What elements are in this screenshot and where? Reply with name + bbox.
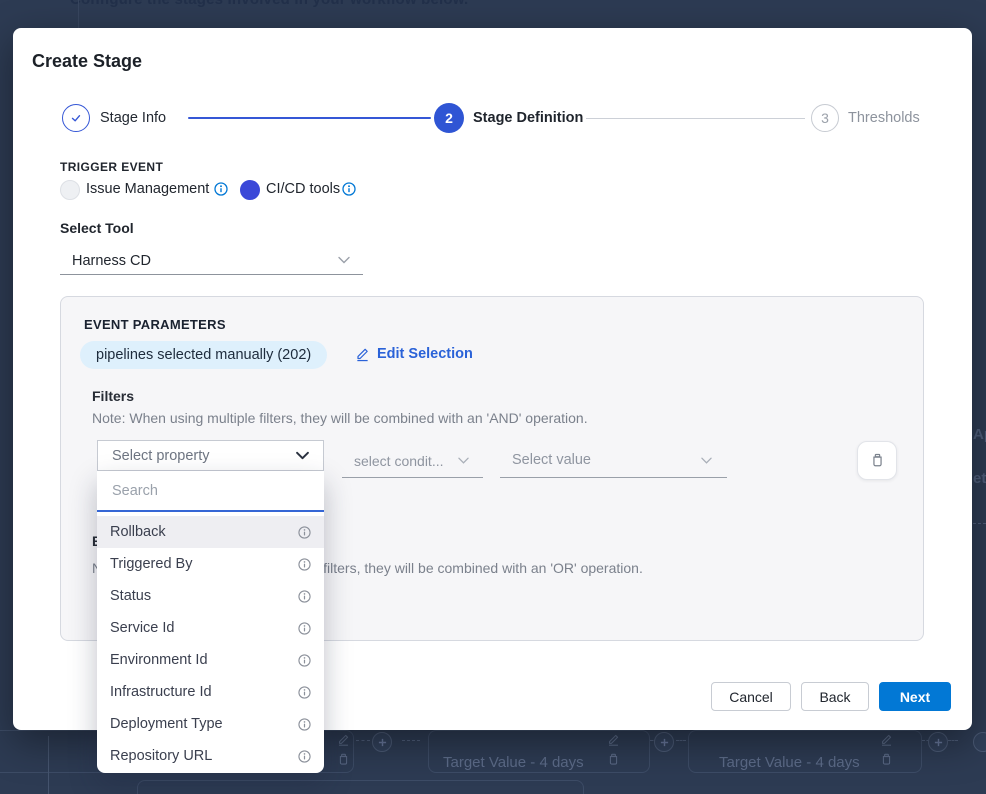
info-icon[interactable] <box>298 526 311 539</box>
info-icon[interactable] <box>298 750 311 763</box>
cancel-button[interactable]: Cancel <box>711 682 791 711</box>
edit-icon <box>337 733 350 746</box>
step-3-circle: 3 <box>811 104 839 132</box>
select-tool-underline <box>60 274 363 275</box>
step-1-label[interactable]: Stage Info <box>100 110 166 126</box>
select-tool-value[interactable]: Harness CD <box>72 253 151 269</box>
dropdown-item-rollback[interactable]: Rollback <box>97 516 324 548</box>
info-icon[interactable] <box>298 622 311 635</box>
info-icon[interactable] <box>298 590 311 603</box>
step-2-circle[interactable]: 2 <box>434 103 464 133</box>
trash-icon <box>337 753 350 766</box>
search-input[interactable] <box>110 482 311 500</box>
trash-icon <box>607 753 620 766</box>
dropdown-search[interactable] <box>97 471 324 512</box>
stepper-connector-todo <box>586 118 805 119</box>
connector-dash <box>356 740 370 741</box>
workflow-connector-line <box>48 736 49 794</box>
edit-icon <box>355 346 370 362</box>
trigger-event-label: TRIGGER EVENT <box>60 160 163 174</box>
radio-cicd-tools-label[interactable]: CI/CD tools <box>266 181 340 197</box>
dropdown-item-repository-url[interactable]: Repository URL <box>97 740 324 772</box>
filters-heading: Filters <box>92 388 134 404</box>
filters-note: Note: When using multiple filters, they … <box>92 410 588 426</box>
step-3-label: Thresholds <box>848 110 920 126</box>
value-select[interactable]: Select value <box>512 452 591 468</box>
background-text-fragment: et <box>973 470 986 487</box>
property-dropdown: Rollback Triggered By Status Service Id … <box>97 471 324 773</box>
chevron-down-icon <box>296 451 309 460</box>
chevron-down-icon[interactable] <box>701 457 712 464</box>
condition-select[interactable]: select condit... <box>354 453 444 469</box>
selection-pill: pipelines selected manually (202) <box>80 341 327 369</box>
event-parameters-heading: EVENT PARAMETERS <box>84 317 226 332</box>
background-text-fragment: Ap <box>973 426 986 443</box>
condition-select-underline <box>342 477 483 478</box>
background-card-edge <box>78 0 79 28</box>
step-2-label[interactable]: Stage Definition <box>473 110 583 126</box>
dropdown-item-status[interactable]: Status <box>97 580 324 612</box>
trash-icon <box>880 753 893 766</box>
info-icon[interactable] <box>214 182 228 196</box>
info-icon[interactable] <box>342 182 356 196</box>
edit-icon <box>880 733 893 746</box>
add-stage-button <box>928 732 948 752</box>
info-icon[interactable] <box>298 718 311 731</box>
background-page-heading: Configure the stages involved in your wo… <box>70 0 468 8</box>
connector-dash <box>948 740 958 741</box>
workflow-card-row2 <box>137 780 584 794</box>
connector-dash <box>676 740 686 741</box>
next-button[interactable]: Next <box>879 682 951 711</box>
add-stage-button <box>654 732 674 752</box>
stepper-connector-done <box>188 117 431 119</box>
dropdown-item-triggered-by[interactable]: Triggered By <box>97 548 324 580</box>
modal-title: Create Stage <box>32 51 142 72</box>
edit-selection-label: Edit Selection <box>377 346 473 362</box>
workflow-card-label: Target Value - 4 days <box>719 754 860 771</box>
dropdown-item-infrastructure-id[interactable]: Infrastructure Id <box>97 676 324 708</box>
value-select-underline <box>500 477 727 478</box>
edit-selection-button[interactable]: Edit Selection <box>355 346 473 362</box>
delete-filter-button[interactable] <box>857 441 897 480</box>
dropdown-list: Rollback Triggered By Status Service Id … <box>97 512 324 772</box>
back-button[interactable]: Back <box>801 682 869 711</box>
radio-issue-management[interactable] <box>60 180 80 200</box>
dropdown-item-environment-id[interactable]: Environment Id <box>97 644 324 676</box>
dropdown-item-deployment-type[interactable]: Deployment Type <box>97 708 324 740</box>
connector-dash <box>973 523 986 524</box>
property-select[interactable]: Select property <box>97 440 324 471</box>
screen: Configure the stages involved in your wo… <box>0 0 986 794</box>
dropdown-item-service-id[interactable]: Service Id <box>97 612 324 644</box>
check-icon <box>69 111 83 125</box>
workflow-card-label: Target Value - 4 days <box>443 754 584 771</box>
edit-icon <box>607 733 620 746</box>
info-icon[interactable] <box>298 686 311 699</box>
chevron-down-icon[interactable] <box>338 256 350 264</box>
connector-dash <box>402 740 420 741</box>
info-icon[interactable] <box>298 558 311 571</box>
add-stage-button <box>372 732 392 752</box>
add-stage-button <box>973 732 986 752</box>
chevron-down-icon[interactable] <box>458 457 469 464</box>
info-icon[interactable] <box>298 654 311 667</box>
step-1-circle[interactable] <box>62 104 90 132</box>
radio-cicd-tools[interactable] <box>240 180 260 200</box>
property-select-placeholder: Select property <box>112 448 296 464</box>
select-tool-label: Select Tool <box>60 220 134 236</box>
trash-icon <box>870 453 885 468</box>
radio-issue-management-label[interactable]: Issue Management <box>86 181 209 197</box>
